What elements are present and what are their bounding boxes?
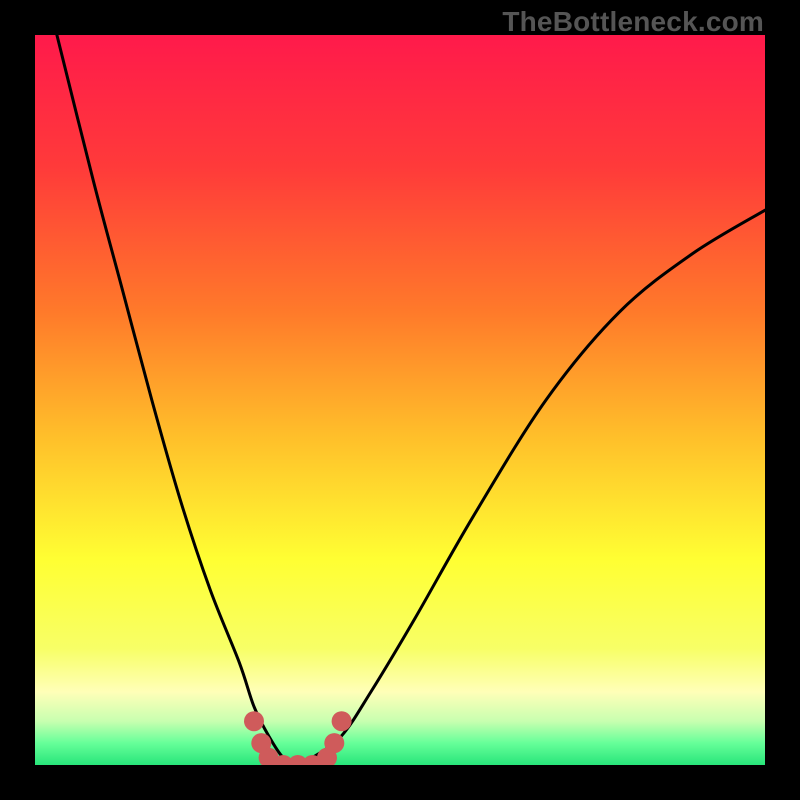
marker-dot: [324, 733, 344, 753]
bottleneck-curve-svg: [35, 35, 765, 765]
marker-dot: [244, 711, 264, 731]
watermark-label: TheBottleneck.com: [502, 6, 764, 38]
plot-area: [35, 35, 765, 765]
marker-dot: [332, 711, 352, 731]
bottleneck-curve: [57, 35, 765, 765]
chart-stage: TheBottleneck.com: [0, 0, 800, 800]
min-band-markers: [244, 711, 352, 765]
